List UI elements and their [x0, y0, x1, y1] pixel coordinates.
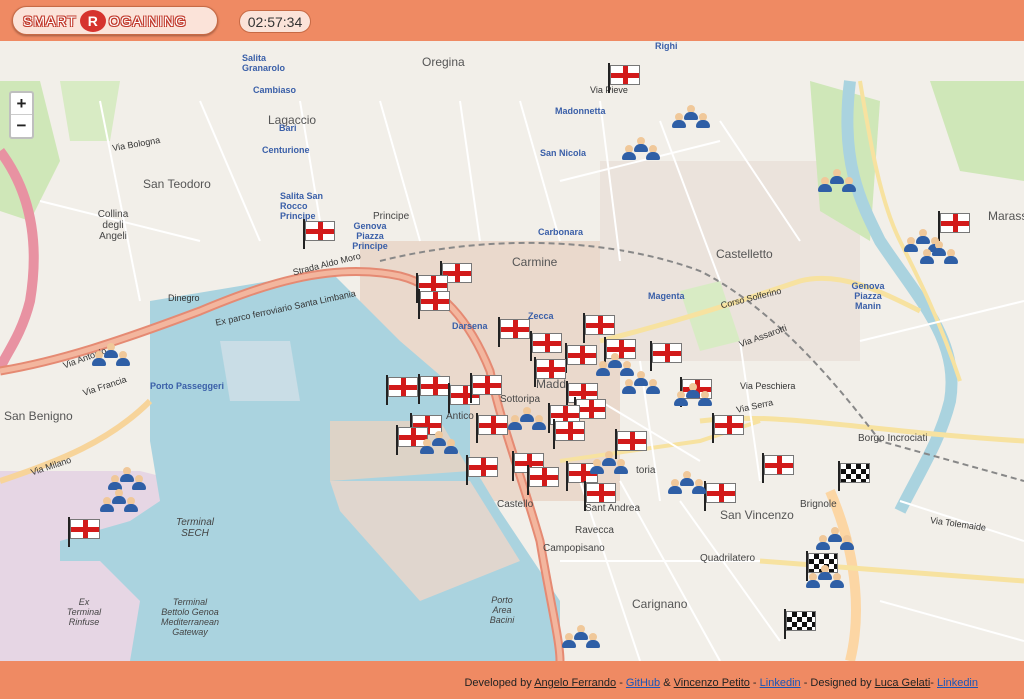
team-group-icon[interactable]	[420, 431, 460, 457]
team-group-icon[interactable]	[920, 241, 960, 267]
map-label: Porto Passeggeri	[150, 381, 225, 391]
checkpoint-flag-icon[interactable]	[386, 375, 420, 405]
team-group-icon[interactable]	[806, 565, 846, 591]
checkpoint-flag-icon[interactable]	[712, 413, 746, 443]
map-label: San Benigno	[4, 409, 73, 423]
map-label: Centurione	[262, 145, 310, 155]
team-group-icon[interactable]	[100, 489, 140, 515]
checkpoint-flag-icon[interactable]	[498, 317, 532, 347]
map-label: Madonnetta	[555, 106, 606, 116]
zoom-control: + −	[9, 91, 34, 139]
checkpoint-flag-icon[interactable]	[527, 465, 561, 495]
map-label: Righi	[655, 41, 678, 51]
map-label: Genova Piazza Principe	[352, 221, 388, 251]
team-group-icon[interactable]	[818, 169, 858, 195]
team-group-icon[interactable]	[508, 407, 548, 433]
finish-flag-icon[interactable]	[784, 609, 818, 639]
checkpoint-flag-icon[interactable]	[650, 341, 684, 371]
developer-2-link[interactable]: Vincenzo Petito	[674, 677, 750, 689]
team-group-icon[interactable]	[816, 527, 856, 553]
map-label: Borgo Incrociati	[858, 433, 928, 444]
separator: &	[660, 677, 674, 689]
map-label: Sottoripa	[500, 394, 541, 405]
map-label: Carmine	[512, 255, 558, 269]
map-label: Principe	[373, 211, 410, 222]
map-label: Via Peschiera	[740, 381, 796, 391]
map-label: Campopisano	[543, 543, 605, 554]
developer-1-link[interactable]: Angelo Ferrando	[534, 677, 616, 689]
map-label: Carbonara	[538, 227, 584, 237]
team-group-icon[interactable]	[92, 343, 132, 369]
map-label: Salita Granarolo	[242, 53, 286, 73]
map-label: Collina degli Angeli	[97, 209, 129, 242]
checkpoint-flag-icon[interactable]	[68, 517, 102, 547]
zoom-out-button[interactable]: −	[11, 115, 32, 137]
countdown-timer: 02:57:34	[239, 10, 311, 33]
team-group-icon[interactable]	[562, 625, 602, 651]
credits-line: Developed by Angelo Ferrando - GitHub & …	[464, 677, 978, 689]
map-label: Ex Terminal Rinfuse	[66, 597, 102, 627]
map-label: Oregina	[422, 55, 465, 69]
zoom-in-button[interactable]: +	[11, 93, 32, 115]
checkpoint-flag-icon[interactable]	[762, 453, 796, 483]
map-label: Terminal SECH	[176, 517, 214, 539]
map-label: Brignole	[800, 499, 837, 510]
checkpoint-flag-icon[interactable]	[466, 455, 500, 485]
logo-r-icon: R	[79, 9, 106, 32]
map-label: Magenta	[648, 291, 685, 301]
logo-text-left: SMART	[23, 12, 77, 29]
map-label: Quadrilatero	[700, 553, 756, 564]
map-tiles	[0, 41, 1024, 661]
map-label: Salita San Rocco Principe	[280, 191, 324, 221]
checkpoint-flag-icon[interactable]	[470, 373, 504, 403]
team-group-icon[interactable]	[622, 371, 662, 397]
finish-flag-icon[interactable]	[838, 461, 872, 491]
checkpoint-flag-icon[interactable]	[476, 413, 510, 443]
checkpoint-flag-icon[interactable]	[534, 357, 568, 387]
linkedin-link-1[interactable]: Linkedin	[760, 677, 801, 689]
designer-link[interactable]: Luca Gelati	[875, 677, 931, 689]
map-label: Darsena	[452, 321, 488, 331]
team-group-icon[interactable]	[674, 383, 714, 409]
logo-text-right: OGAINING	[108, 12, 187, 29]
checkpoint-flag-icon[interactable]	[608, 63, 642, 93]
checkpoint-flag-icon[interactable]	[303, 219, 337, 249]
map-label: San Nicola	[540, 148, 587, 158]
checkpoint-flag-icon[interactable]	[418, 289, 452, 319]
footer: Developed by Angelo Ferrando - GitHub & …	[0, 661, 1024, 699]
checkpoint-flag-icon[interactable]	[553, 419, 587, 449]
map-label: Bari	[279, 123, 297, 133]
map-label: Cambiaso	[253, 85, 297, 95]
map-label: toria	[636, 465, 656, 476]
map-label: Ravecca	[575, 525, 614, 536]
map-label: Dinegro	[168, 293, 200, 303]
team-group-icon[interactable]	[590, 451, 630, 477]
map-label: San Teodoro	[143, 177, 211, 191]
map-label: Terminal Bettolo Genoa Mediterranean Gat…	[160, 597, 220, 637]
checkpoint-flag-icon[interactable]	[418, 374, 452, 404]
checkpoint-flag-icon[interactable]	[704, 481, 738, 511]
map-label: Marass	[988, 209, 1024, 223]
developed-by-text: Developed by	[464, 677, 532, 689]
app-logo: SMART R OGAINING	[12, 6, 218, 35]
designed-by-text: - Designed by	[800, 677, 875, 689]
checkpoint-flag-icon[interactable]	[565, 343, 599, 373]
map-label: Porto Area Bacini	[489, 595, 515, 625]
separator: -	[616, 677, 626, 689]
map-label: Castelletto	[716, 247, 773, 261]
separator: -	[749, 677, 760, 689]
top-bar: SMART R OGAINING 02:57:34	[0, 0, 1024, 41]
linkedin-link-2[interactable]: Linkedin	[937, 677, 978, 689]
github-link[interactable]: GitHub	[626, 677, 660, 689]
map-label: Carignano	[632, 597, 688, 611]
map-view[interactable]: Oregina Righi Lagaccio San Teodoro Colli…	[0, 41, 1024, 661]
map-label: Castello	[497, 499, 534, 510]
team-group-icon[interactable]	[668, 471, 708, 497]
checkpoint-flag-icon[interactable]	[584, 481, 618, 511]
separator: -	[930, 677, 938, 689]
team-group-icon[interactable]	[672, 105, 712, 131]
team-group-icon[interactable]	[622, 137, 662, 163]
map-label: Genova Piazza Manin	[851, 281, 885, 311]
